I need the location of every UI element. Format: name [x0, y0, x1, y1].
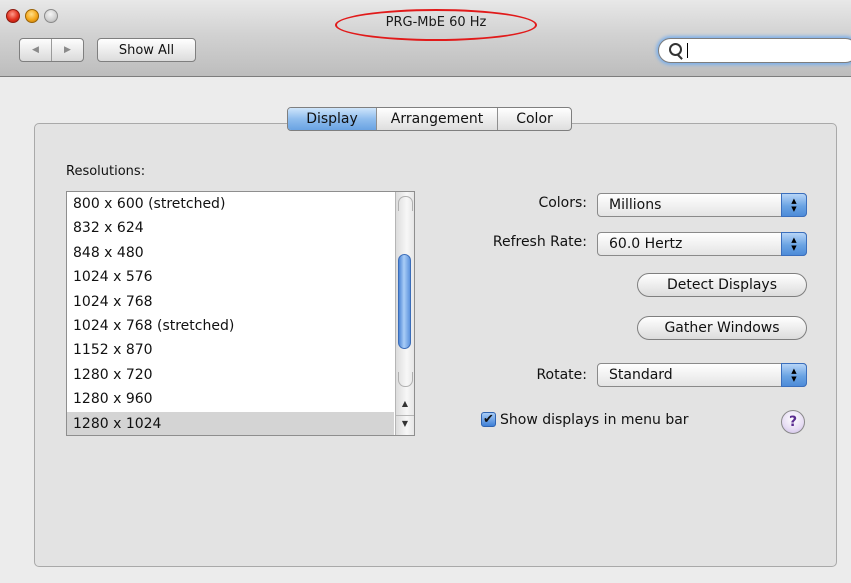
- scroll-down-arrow-icon[interactable]: ▼: [396, 415, 414, 432]
- resolutions-label: Resolutions:: [66, 164, 146, 179]
- text-cursor: [687, 43, 688, 58]
- scroll-track-bottom: [398, 372, 413, 387]
- resolution-item[interactable]: 832 x 624: [67, 216, 394, 240]
- show-displays-label[interactable]: Show displays in menu bar: [500, 412, 689, 428]
- help-button[interactable]: ?: [781, 410, 805, 434]
- window-title: PRG-MbE 60 Hz: [385, 15, 487, 30]
- popup-arrows-icon: ▲ ▼: [781, 193, 807, 217]
- search-icon: [669, 43, 682, 56]
- rotate-popup[interactable]: Standard ▲ ▼: [597, 363, 807, 387]
- resolution-item-selected[interactable]: 1280 x 1024: [67, 411, 394, 435]
- resolution-item[interactable]: 1280 x 960: [67, 387, 394, 411]
- resolutions-scrollbar[interactable]: ▲ ▼: [395, 192, 414, 435]
- refresh-rate-popup-value: 60.0 Hertz: [609, 236, 683, 252]
- refresh-rate-label: Refresh Rate:: [492, 234, 587, 250]
- detect-displays-button[interactable]: Detect Displays: [637, 273, 807, 297]
- search-field[interactable]: [658, 38, 851, 63]
- rotate-label: Rotate:: [536, 367, 587, 383]
- back-forward-control: ◀ ▶: [19, 38, 84, 62]
- colors-label: Colors:: [538, 195, 587, 211]
- tab-bar: Display Arrangement Color: [287, 107, 572, 131]
- resolution-item[interactable]: 1024 x 576: [67, 265, 394, 289]
- resolution-item[interactable]: 1280 x 720: [67, 363, 394, 387]
- rotate-popup-value: Standard: [609, 367, 673, 383]
- colors-popup[interactable]: Millions ▲ ▼: [597, 193, 807, 217]
- refresh-rate-popup[interactable]: 60.0 Hertz ▲ ▼: [597, 232, 807, 256]
- close-window-button[interactable]: [6, 9, 20, 23]
- tab-color[interactable]: Color: [497, 108, 571, 130]
- resolution-item[interactable]: 1024 x 768 (stretched): [67, 314, 394, 338]
- popup-arrows-icon: ▲ ▼: [781, 363, 807, 387]
- resolution-item[interactable]: 1152 x 870: [67, 338, 394, 362]
- resolution-item[interactable]: 800 x 600 (stretched): [67, 192, 394, 216]
- forward-arrow-icon[interactable]: ▶: [51, 39, 83, 61]
- resolutions-list[interactable]: 800 x 600 (stretched) 832 x 624 848 x 48…: [66, 191, 415, 436]
- scroll-thumb[interactable]: [398, 254, 411, 349]
- tab-arrangement[interactable]: Arrangement: [376, 108, 497, 130]
- zoom-window-button[interactable]: [44, 9, 58, 23]
- gather-windows-button[interactable]: Gather Windows: [637, 316, 807, 340]
- resolution-item[interactable]: 1024 x 768: [67, 290, 394, 314]
- show-displays-checkbox[interactable]: ✔: [481, 412, 496, 427]
- popup-arrows-icon: ▲ ▼: [781, 232, 807, 256]
- scroll-track-top: [398, 196, 413, 211]
- show-all-button[interactable]: Show All: [97, 38, 196, 62]
- window-toolbar: PRG-MbE 60 Hz ◀ ▶ Show All: [0, 0, 851, 77]
- resolution-item[interactable]: 848 x 480: [67, 241, 394, 265]
- colors-popup-value: Millions: [609, 197, 662, 213]
- window-title-area: PRG-MbE 60 Hz: [335, 9, 537, 41]
- minimize-window-button[interactable]: [25, 9, 39, 23]
- tab-display[interactable]: Display: [288, 108, 376, 130]
- scroll-up-arrow-icon[interactable]: ▲: [396, 396, 414, 412]
- back-arrow-icon[interactable]: ◀: [20, 39, 51, 61]
